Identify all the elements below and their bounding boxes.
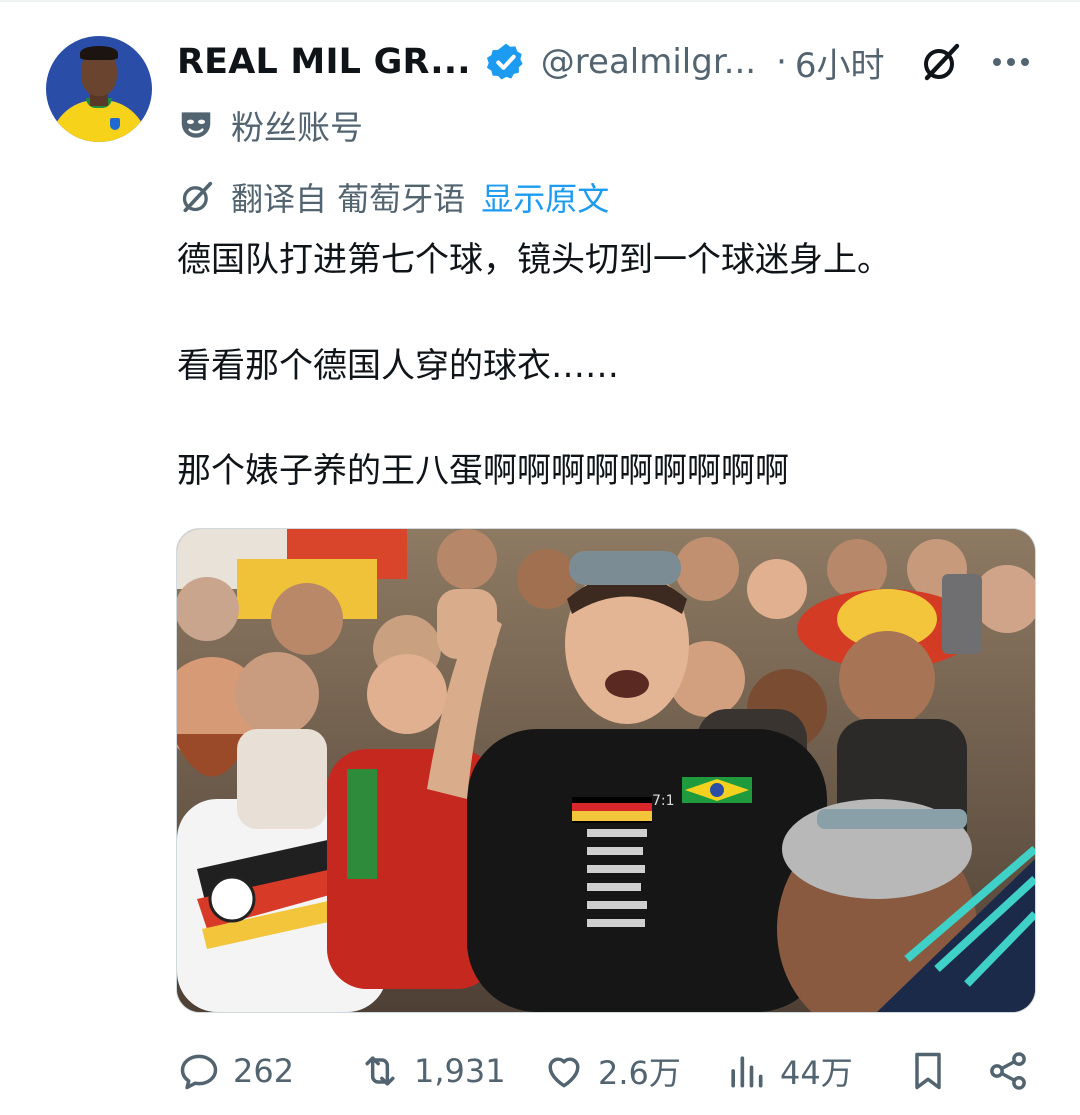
- reply-icon: [180, 1054, 218, 1090]
- author-handle[interactable]: @realmilgr...: [541, 42, 756, 82]
- post-text-line-2: 看看那个德国人穿的球衣……: [177, 346, 619, 386]
- share-icon: [990, 1052, 1026, 1090]
- post-text-line-1: 德国队打进第七个球，镜头切到一个球迷身上。: [177, 240, 891, 280]
- author-name[interactable]: REAL MIL GR...: [177, 42, 471, 82]
- fan-account-text: 粉丝账号: [231, 108, 363, 147]
- like-icon: [548, 1057, 580, 1088]
- post-header: REAL MIL GR... @realmilgr... · 6小时: [177, 38, 1047, 86]
- repost-count: 1,931: [414, 1052, 506, 1090]
- like-button[interactable]: 2.6万: [542, 1040, 681, 1102]
- avatar-crest: [110, 118, 120, 130]
- more-icon[interactable]: [987, 38, 1035, 86]
- verified-badge-icon: [486, 43, 523, 80]
- mask-icon: [181, 112, 211, 138]
- top-divider: [0, 0, 1080, 2]
- avatar-hair: [80, 46, 118, 60]
- post-media-image[interactable]: 7:1: [176, 528, 1036, 1013]
- action-bar: 262 1,931 2.6万 44万: [0, 1040, 1080, 1102]
- stadium-crowd-photo: 7:1: [177, 529, 1035, 1012]
- like-count: 2.6万: [598, 1054, 681, 1092]
- views-button[interactable]: 44万: [724, 1040, 853, 1102]
- reply-button[interactable]: 262: [177, 1040, 294, 1102]
- show-original-link[interactable]: 显示原文: [481, 174, 609, 220]
- repost-icon: [365, 1056, 395, 1086]
- view-count: 44万: [780, 1054, 853, 1092]
- translated-from-label: 翻译自 葡萄牙语: [231, 180, 466, 218]
- bookmark-button[interactable]: [906, 1040, 950, 1102]
- reply-count: 262: [233, 1052, 295, 1090]
- fan-account-label: 粉丝账号: [177, 102, 363, 148]
- post-time[interactable]: 6小时: [795, 38, 885, 87]
- views-icon: [731, 1056, 763, 1088]
- bookmark-icon: [915, 1052, 941, 1090]
- post-text-line-3: 那个婊子养的王八蛋啊啊啊啊啊啊啊啊啊: [177, 451, 789, 491]
- translation-bar: 翻译自 葡萄牙语 显示原文: [177, 174, 609, 220]
- shirt-score-text: 7:1: [652, 793, 675, 809]
- repost-button[interactable]: 1,931: [358, 1040, 506, 1102]
- grok-icon[interactable]: [917, 38, 965, 86]
- share-button[interactable]: [986, 1040, 1030, 1102]
- separator-dot: ·: [776, 42, 787, 82]
- avatar[interactable]: [46, 36, 152, 142]
- translate-icon: [182, 181, 213, 213]
